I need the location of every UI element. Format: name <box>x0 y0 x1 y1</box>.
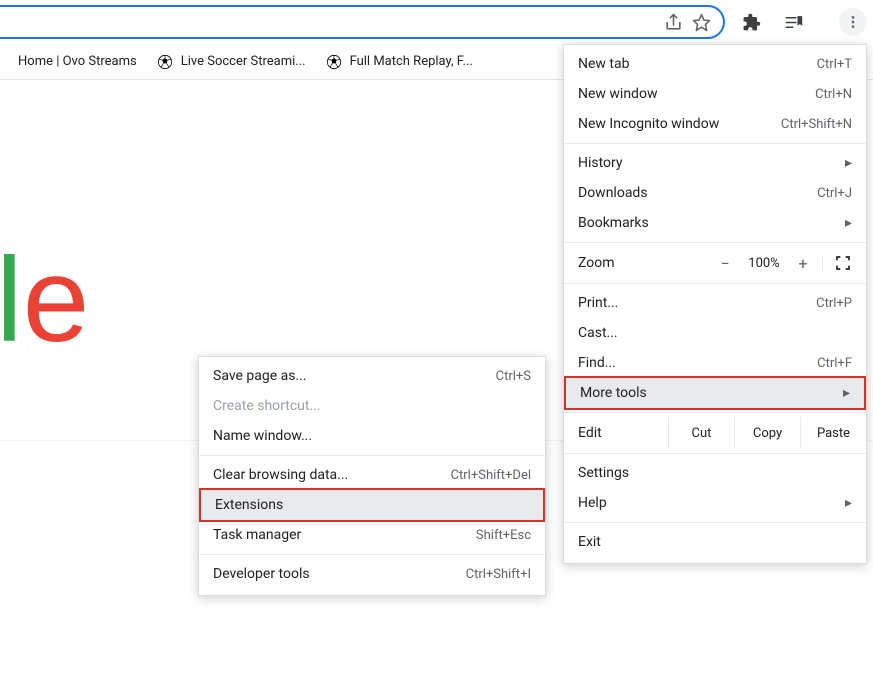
menu-exit[interactable]: Exit <box>564 527 866 557</box>
logo-letter-e: e <box>23 240 90 360</box>
menu-new-window[interactable]: New window Ctrl+N <box>564 79 866 109</box>
zoom-in-button[interactable]: + <box>790 254 816 273</box>
submenu-dev-tools[interactable]: Developer tools Ctrl+Shift+I <box>199 559 545 589</box>
edit-label: Edit <box>564 417 668 449</box>
menu-settings[interactable]: Settings <box>564 458 866 488</box>
chevron-right-icon: ▸ <box>845 215 852 231</box>
browser-toolbar <box>0 0 873 44</box>
menu-separator <box>564 242 866 243</box>
copy-button[interactable]: Copy <box>734 417 800 449</box>
more-tools-submenu: Save page as... Ctrl+S Create shortcut..… <box>198 356 546 596</box>
menu-separator <box>199 455 545 456</box>
menu-more-tools[interactable]: More tools ▸ <box>566 378 864 408</box>
chevron-right-icon: ▸ <box>845 155 852 171</box>
menu-find[interactable]: Find... Ctrl+F <box>564 348 866 378</box>
menu-separator <box>564 283 866 284</box>
zoom-value: 100% <box>738 256 790 271</box>
reading-list-icon[interactable] <box>779 8 807 36</box>
chevron-right-icon: ▸ <box>843 385 850 401</box>
submenu-task-manager[interactable]: Task manager Shift+Esc <box>199 520 545 550</box>
menu-separator <box>564 143 866 144</box>
cut-button[interactable]: Cut <box>668 417 734 449</box>
logo-letter-l: l <box>0 240 23 360</box>
submenu-create-shortcut[interactable]: Create shortcut... <box>199 391 545 421</box>
submenu-name-window[interactable]: Name window... <box>199 421 545 451</box>
highlight-extensions: Extensions <box>199 488 545 522</box>
extensions-icon[interactable] <box>737 8 765 36</box>
menu-separator <box>564 412 866 413</box>
fullscreen-button[interactable] <box>822 255 856 271</box>
share-icon[interactable] <box>659 13 687 32</box>
bookmark-label: Live Soccer Streami... <box>181 54 306 69</box>
menu-separator <box>564 453 866 454</box>
submenu-clear-data[interactable]: Clear browsing data... Ctrl+Shift+Del <box>199 460 545 490</box>
toolbar-actions <box>725 8 867 36</box>
menu-separator <box>564 522 866 523</box>
menu-zoom: Zoom − 100% + <box>564 247 866 279</box>
menu-history[interactable]: History ▸ <box>564 148 866 178</box>
submenu-extensions[interactable]: Extensions <box>201 490 543 520</box>
bookmark-item[interactable]: Home | Ovo Streams <box>8 50 147 73</box>
zoom-label: Zoom <box>578 255 712 271</box>
menu-downloads[interactable]: Downloads Ctrl+J <box>564 178 866 208</box>
menu-separator <box>199 554 545 555</box>
star-icon[interactable] <box>687 13 715 32</box>
paste-button[interactable]: Paste <box>800 417 866 449</box>
soccer-icon <box>326 54 342 70</box>
soccer-icon <box>157 54 173 70</box>
bookmark-item[interactable]: Full Match Replay, F... <box>316 50 483 74</box>
zoom-out-button[interactable]: − <box>712 254 738 273</box>
address-bar[interactable] <box>0 5 725 39</box>
chrome-main-menu: New tab Ctrl+T New window Ctrl+N New Inc… <box>563 44 867 564</box>
submenu-save-page[interactable]: Save page as... Ctrl+S <box>199 361 545 391</box>
menu-help[interactable]: Help ▸ <box>564 488 866 518</box>
menu-new-incognito[interactable]: New Incognito window Ctrl+Shift+N <box>564 109 866 139</box>
menu-new-tab[interactable]: New tab Ctrl+T <box>564 49 866 79</box>
menu-print[interactable]: Print... Ctrl+P <box>564 288 866 318</box>
menu-edit-row: Edit Cut Copy Paste <box>564 417 866 449</box>
more-menu-button[interactable] <box>839 8 867 36</box>
highlight-more-tools: More tools ▸ <box>564 376 866 410</box>
google-logo-fragment: l e <box>0 240 89 360</box>
bookmark-label: Full Match Replay, F... <box>350 54 473 69</box>
menu-bookmarks[interactable]: Bookmarks ▸ <box>564 208 866 238</box>
chevron-right-icon: ▸ <box>845 495 852 511</box>
bookmark-item[interactable]: Live Soccer Streami... <box>147 50 316 74</box>
menu-cast[interactable]: Cast... <box>564 318 866 348</box>
bookmark-label: Home | Ovo Streams <box>18 54 137 69</box>
